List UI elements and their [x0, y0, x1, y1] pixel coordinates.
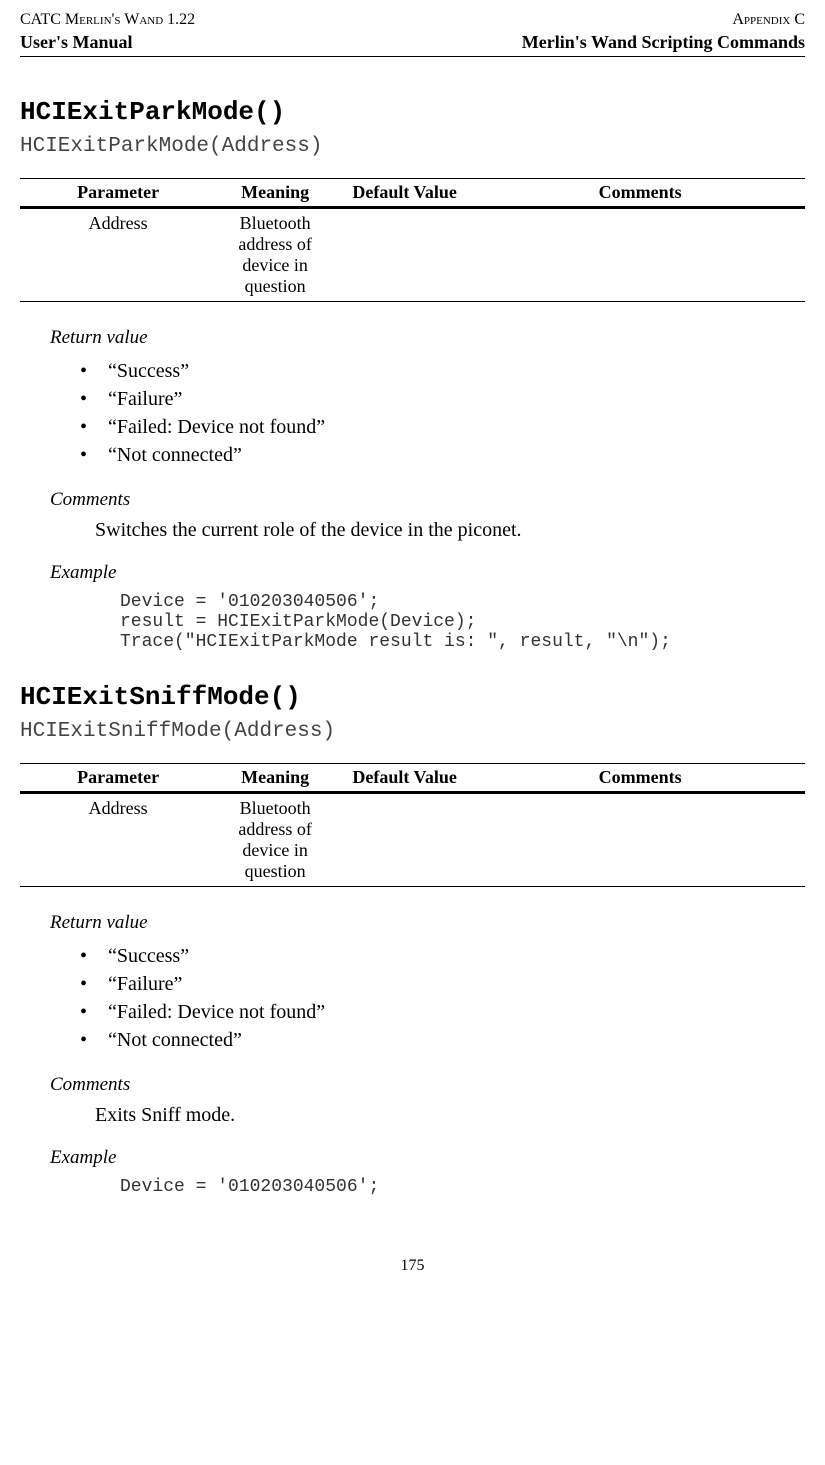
list-item: “Success” [80, 357, 805, 385]
function-title: HCIExitSniffMode() [20, 682, 805, 712]
list-item: “Failed: Device not found” [80, 413, 805, 441]
th-parameter: Parameter [20, 764, 216, 793]
example-label: Example [50, 562, 805, 584]
comments-label: Comments [50, 489, 805, 511]
th-default: Default Value [334, 764, 475, 793]
list-item: “Not connected” [80, 1026, 805, 1054]
parameter-table: Parameter Meaning Default Value Comments… [20, 763, 805, 887]
header-section: Merlin's Wand Scripting Commands [522, 31, 805, 54]
page-header: CATC Merlin's Wand 1.22 User's Manual Ap… [20, 10, 805, 57]
example-code: Device = '010203040506'; [120, 1177, 805, 1197]
comments-text: Switches the current role of the device … [95, 519, 805, 542]
comments-label: Comments [50, 1074, 805, 1096]
td-parameter: Address [20, 208, 216, 302]
list-item: “Failure” [80, 970, 805, 998]
th-parameter: Parameter [20, 179, 216, 208]
example-code: Device = '010203040506'; result = HCIExi… [120, 592, 805, 652]
header-right: Appendix C Merlin's Wand Scripting Comma… [522, 10, 805, 54]
header-product: CATC Merlin's Wand 1.22 [20, 10, 195, 31]
example-label: Example [50, 1147, 805, 1169]
return-value-list: “Success” “Failure” “Failed: Device not … [80, 357, 805, 469]
function-title: HCIExitParkMode() [20, 97, 805, 127]
th-comments: Comments [475, 764, 805, 793]
function-signature: HCIExitParkMode(Address) [20, 135, 805, 158]
list-item: “Failure” [80, 385, 805, 413]
td-default [334, 793, 475, 887]
td-comments [475, 793, 805, 887]
th-meaning: Meaning [216, 764, 334, 793]
th-comments: Comments [475, 179, 805, 208]
parameter-table: Parameter Meaning Default Value Comments… [20, 178, 805, 302]
table-row: Address Bluetooth address of device in q… [20, 793, 805, 887]
page-number: 175 [20, 1257, 805, 1275]
comments-text: Exits Sniff mode. [95, 1104, 805, 1127]
th-meaning: Meaning [216, 179, 334, 208]
return-value-label: Return value [50, 327, 805, 349]
list-item: “Success” [80, 942, 805, 970]
td-meaning: Bluetooth address of device in question [216, 793, 334, 887]
header-appendix: Appendix C [522, 10, 805, 31]
header-manual: User's Manual [20, 31, 195, 54]
return-value-list: “Success” “Failure” “Failed: Device not … [80, 942, 805, 1054]
list-item: “Failed: Device not found” [80, 998, 805, 1026]
function-signature: HCIExitSniffMode(Address) [20, 720, 805, 743]
td-comments [475, 208, 805, 302]
return-value-label: Return value [50, 912, 805, 934]
th-default: Default Value [334, 179, 475, 208]
list-item: “Not connected” [80, 441, 805, 469]
table-row: Address Bluetooth address of device in q… [20, 208, 805, 302]
td-default [334, 208, 475, 302]
header-left: CATC Merlin's Wand 1.22 User's Manual [20, 10, 195, 54]
td-meaning: Bluetooth address of device in question [216, 208, 334, 302]
td-parameter: Address [20, 793, 216, 887]
